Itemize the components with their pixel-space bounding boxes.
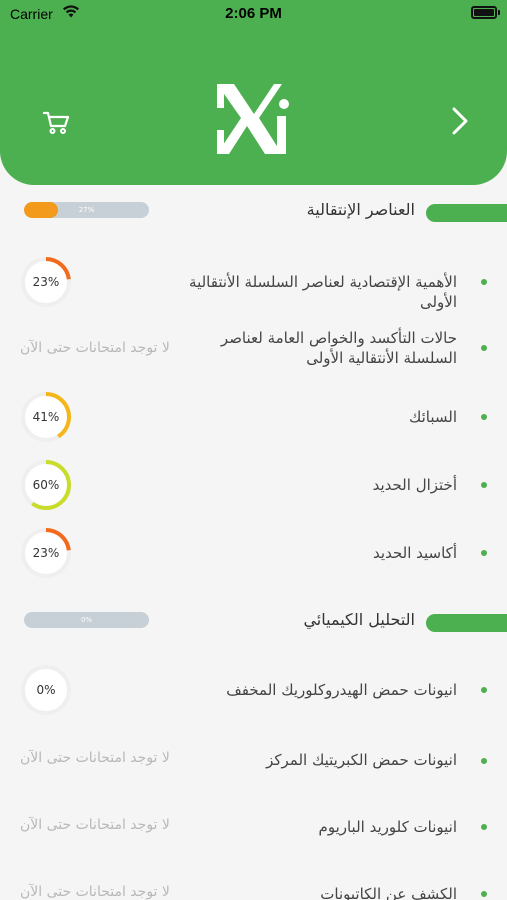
- progress-ring-label: 23%: [32, 546, 60, 560]
- chevron-right-icon[interactable]: [446, 104, 474, 138]
- lesson-title: انيونات حمض الكبريتيك المركز: [266, 751, 457, 769]
- bullet-icon: [481, 758, 487, 764]
- no-exams-label: لا توجد امتحانات حتى الآن: [20, 340, 170, 356]
- lesson-title: السبائك: [408, 408, 457, 426]
- lesson-title: الأهمية الإقتصادية لعناصر السلسلة الأنتق…: [189, 273, 457, 311]
- bullet-icon: [481, 279, 487, 285]
- bullet-icon: [481, 345, 487, 351]
- progress-ring-label: 23%: [32, 275, 60, 289]
- lesson-title: الكشف عن الكاتيونات: [320, 885, 457, 900]
- bullet-icon: [481, 414, 487, 420]
- bullet-icon: [481, 891, 487, 897]
- progress-ring: 41%: [20, 391, 72, 443]
- section-header: التحليل الكيميائي 0%: [0, 610, 507, 634]
- progress-ring: 0%: [20, 664, 72, 716]
- section-header: العناصر الإنتقالية 27%: [0, 200, 507, 224]
- section-title: العناصر الإنتقالية: [306, 200, 415, 219]
- lesson-item[interactable]: أكاسيد الحديد 23%: [0, 526, 507, 586]
- clock: 2:06 PM: [225, 5, 282, 22]
- bullet-icon: [481, 824, 487, 830]
- section-progress-label: 27%: [78, 206, 95, 214]
- battery-icon: [471, 6, 500, 19]
- progress-ring-label: 0%: [36, 683, 56, 697]
- lesson-item[interactable]: انيونات حمض الكبريتيك المركز لا توجد امت…: [0, 731, 507, 791]
- cart-icon[interactable]: [40, 106, 72, 138]
- progress-ring: 60%: [20, 459, 72, 511]
- lesson-item[interactable]: الأهمية الإقتصادية لعناصر السلسلة الأنتق…: [0, 252, 507, 312]
- no-exams-label: لا توجد امتحانات حتى الآن: [20, 884, 170, 900]
- lesson-item[interactable]: الكشف عن الكاتيونات لا توجد امتحانات حتى…: [0, 866, 507, 900]
- xi-logo-icon: [217, 84, 289, 154]
- progress-ring-label: 41%: [32, 410, 60, 424]
- bullet-icon: [481, 687, 487, 693]
- lesson-title: انيونات حمض الهيدروكلوريك المخفف: [226, 681, 457, 699]
- lesson-item[interactable]: أختزال الحديد 60%: [0, 458, 507, 518]
- bullet-icon: [481, 550, 487, 556]
- status-bar: Carrier 2:06 PM: [0, 0, 507, 30]
- section-title: التحليل الكيميائي: [303, 610, 415, 629]
- lesson-title: حالات التأكسد والخواص العامة لعناصر السل…: [220, 329, 457, 367]
- section-accent-bar: [426, 614, 507, 632]
- no-exams-label: لا توجد امتحانات حتى الآن: [20, 750, 170, 766]
- progress-ring: 23%: [20, 256, 72, 308]
- section-progress-bar: 27%: [24, 202, 149, 218]
- lesson-item[interactable]: السبائك 41%: [0, 390, 507, 450]
- section-accent-bar: [426, 204, 507, 222]
- lesson-item[interactable]: انيونات كلوريد الباريوم لا توجد امتحانات…: [0, 799, 507, 859]
- lesson-title: انيونات كلوريد الباريوم: [318, 818, 457, 836]
- progress-ring: 23%: [20, 527, 72, 579]
- progress-ring-label: 60%: [32, 478, 60, 492]
- bullet-icon: [481, 482, 487, 488]
- no-exams-label: لا توجد امتحانات حتى الآن: [20, 817, 170, 833]
- section-progress-bar: 0%: [24, 612, 149, 628]
- lesson-item[interactable]: حالات التأكسد والخواص العامة لعناصر السل…: [0, 322, 507, 382]
- lesson-title: أختزال الحديد: [372, 476, 457, 494]
- section-progress-label: 0%: [80, 616, 93, 624]
- lesson-item[interactable]: انيونات حمض الهيدروكلوريك المخفف 0%: [0, 663, 507, 723]
- lesson-title: أكاسيد الحديد: [373, 544, 457, 562]
